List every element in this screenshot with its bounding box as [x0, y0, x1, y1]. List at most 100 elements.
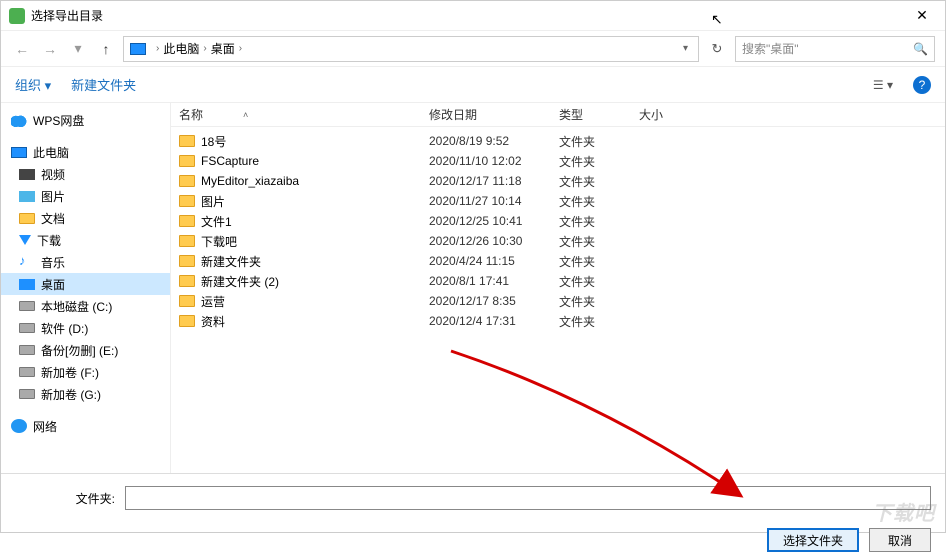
drive-icon — [19, 301, 35, 311]
sidebar-item-label: 网络 — [33, 418, 57, 435]
sidebar-item-network[interactable]: 网络 — [1, 415, 170, 437]
sidebar-item-label: 下载 — [37, 232, 61, 249]
sidebar-item-图片[interactable]: 图片 — [1, 185, 170, 207]
new-folder-button[interactable]: 新建文件夹 — [71, 75, 136, 94]
column-size[interactable]: 大小 — [639, 106, 719, 123]
sidebar-item-备份[勿删] (E:)[interactable]: 备份[勿删] (E:) — [1, 339, 170, 361]
window-title: 选择导出目录 — [31, 7, 907, 24]
table-row[interactable]: 文件12020/12/25 10:41文件夹 — [179, 211, 937, 231]
address-bar[interactable]: › 此电脑 › 桌面 › ▾ — [123, 36, 699, 62]
sidebar-item-下载[interactable]: 下载 — [1, 229, 170, 251]
file-name: MyEditor_xiazaiba — [201, 174, 429, 188]
sidebar-item-新加卷 (F:)[interactable]: 新加卷 (F:) — [1, 361, 170, 383]
main-area: WPS网盘 此电脑 视频图片文档下载♪ 音乐桌面本地磁盘 (C:) 软件 (D:) 备… — [1, 103, 945, 473]
refresh-button[interactable]: ↻ — [705, 41, 729, 57]
file-date: 2020/12/17 8:35 — [429, 294, 559, 308]
table-row[interactable]: 下载吧2020/12/26 10:30文件夹 — [179, 231, 937, 251]
sidebar-item-wps[interactable]: WPS网盘 — [1, 109, 170, 131]
file-date: 2020/11/10 12:02 — [429, 154, 559, 168]
sidebar-item-音乐[interactable]: ♪ 音乐 — [1, 251, 170, 273]
sidebar-item-label: 备份[勿删] (E:) — [41, 342, 118, 359]
sidebar-item-label: 本地磁盘 (C:) — [41, 298, 112, 315]
sidebar-item-label: 此电脑 — [33, 144, 69, 161]
file-type: 文件夹 — [559, 173, 639, 190]
recent-dropdown[interactable]: ▾ — [67, 38, 89, 60]
bottom-panel: 文件夹: 选择文件夹 取消 — [1, 473, 945, 560]
sidebar-item-label: 桌面 — [41, 276, 65, 293]
sidebar-item-thispc[interactable]: 此电脑 — [1, 141, 170, 163]
table-row[interactable]: FSCapture2020/11/10 12:02文件夹 — [179, 151, 937, 171]
cancel-button[interactable]: 取消 — [869, 528, 931, 552]
sidebar-item-桌面[interactable]: 桌面 — [1, 273, 170, 295]
breadcrumb-sep: › — [239, 43, 242, 54]
search-icon[interactable]: 🔍 — [913, 42, 928, 56]
folder-icon — [179, 315, 195, 327]
file-rows: 18号2020/8/19 9:52文件夹FSCapture2020/11/10 … — [171, 127, 945, 473]
sidebar-item-label: 视频 — [41, 166, 65, 183]
folder-label: 文件夹: — [15, 490, 115, 507]
column-type[interactable]: 类型 — [559, 106, 639, 123]
file-name: 文件1 — [201, 213, 429, 230]
select-folder-button[interactable]: 选择文件夹 — [767, 528, 859, 552]
sidebar-item-视频[interactable]: 视频 — [1, 163, 170, 185]
file-type: 文件夹 — [559, 193, 639, 210]
drive-icon — [19, 323, 35, 333]
view-button[interactable]: ☰ ▾ — [873, 78, 893, 92]
up-button[interactable]: ↑ — [95, 38, 117, 60]
breadcrumb-sep: › — [203, 43, 206, 54]
sidebar-item-本地磁盘 (C:)[interactable]: 本地磁盘 (C:) — [1, 295, 170, 317]
help-button[interactable]: ? — [913, 76, 931, 94]
sidebar-item-新加卷 (G:)[interactable]: 新加卷 (G:) — [1, 383, 170, 405]
breadcrumb-sep: › — [156, 43, 159, 54]
table-row[interactable]: 图片2020/11/27 10:14文件夹 — [179, 191, 937, 211]
file-name: 18号 — [201, 133, 429, 150]
network-icon — [11, 419, 27, 433]
file-list-panel: 名称 ˄ 修改日期 类型 大小 18号2020/8/19 9:52文件夹FSCa… — [171, 103, 945, 473]
folder-icon — [179, 255, 195, 267]
organize-button[interactable]: 组织 ▾ — [15, 75, 51, 94]
table-row[interactable]: 运营2020/12/17 8:35文件夹 — [179, 291, 937, 311]
file-date: 2020/8/19 9:52 — [429, 134, 559, 148]
titlebar: 选择导出目录 ✕ — [1, 1, 945, 31]
search-input[interactable]: 搜索"桌面" 🔍 — [735, 36, 935, 62]
folder-icon — [179, 155, 195, 167]
file-type: 文件夹 — [559, 133, 639, 150]
sort-indicator-icon: ˄ — [243, 110, 248, 120]
sidebar-item-软件 (D:)[interactable]: 软件 (D:) — [1, 317, 170, 339]
video-icon — [19, 169, 35, 180]
pic-icon — [19, 191, 35, 202]
forward-button[interactable]: → — [39, 38, 61, 60]
table-row[interactable]: 资料2020/12/4 17:31文件夹 — [179, 311, 937, 331]
sidebar-item-文档[interactable]: 文档 — [1, 207, 170, 229]
table-row[interactable]: 新建文件夹 (2)2020/8/1 17:41文件夹 — [179, 271, 937, 291]
sidebar-item-label: 图片 — [41, 188, 65, 205]
file-name: 图片 — [201, 193, 429, 210]
file-type: 文件夹 — [559, 153, 639, 170]
music-icon: ♪ — [19, 255, 35, 269]
table-row[interactable]: 新建文件夹2020/4/24 11:15文件夹 — [179, 251, 937, 271]
breadcrumb-thispc[interactable]: 此电脑 — [163, 40, 199, 57]
breadcrumb-desktop[interactable]: 桌面 — [211, 40, 235, 57]
folder-icon — [19, 213, 35, 224]
file-type: 文件夹 — [559, 273, 639, 290]
search-placeholder: 搜索"桌面" — [742, 40, 799, 57]
folder-icon — [179, 195, 195, 207]
drive-icon — [19, 367, 35, 377]
sidebar: WPS网盘 此电脑 视频图片文档下载♪ 音乐桌面本地磁盘 (C:) 软件 (D:) 备… — [1, 103, 171, 473]
drive-icon — [19, 345, 35, 355]
back-button[interactable]: ← — [11, 38, 33, 60]
close-button[interactable]: ✕ — [907, 7, 937, 24]
pc-icon — [11, 147, 27, 158]
down-icon — [19, 235, 31, 245]
column-date[interactable]: 修改日期 — [429, 106, 559, 123]
file-date: 2020/12/26 10:30 — [429, 234, 559, 248]
folder-input[interactable] — [125, 486, 931, 510]
table-row[interactable]: MyEditor_xiazaiba2020/12/17 11:18文件夹 — [179, 171, 937, 191]
sidebar-item-label: 音乐 — [41, 254, 65, 271]
desk-icon — [19, 279, 35, 290]
file-name: 下载吧 — [201, 233, 429, 250]
file-name: 运营 — [201, 293, 429, 310]
column-name[interactable]: 名称 ˄ — [179, 106, 429, 123]
table-row[interactable]: 18号2020/8/19 9:52文件夹 — [179, 131, 937, 151]
address-dropdown[interactable]: ▾ — [679, 43, 692, 54]
